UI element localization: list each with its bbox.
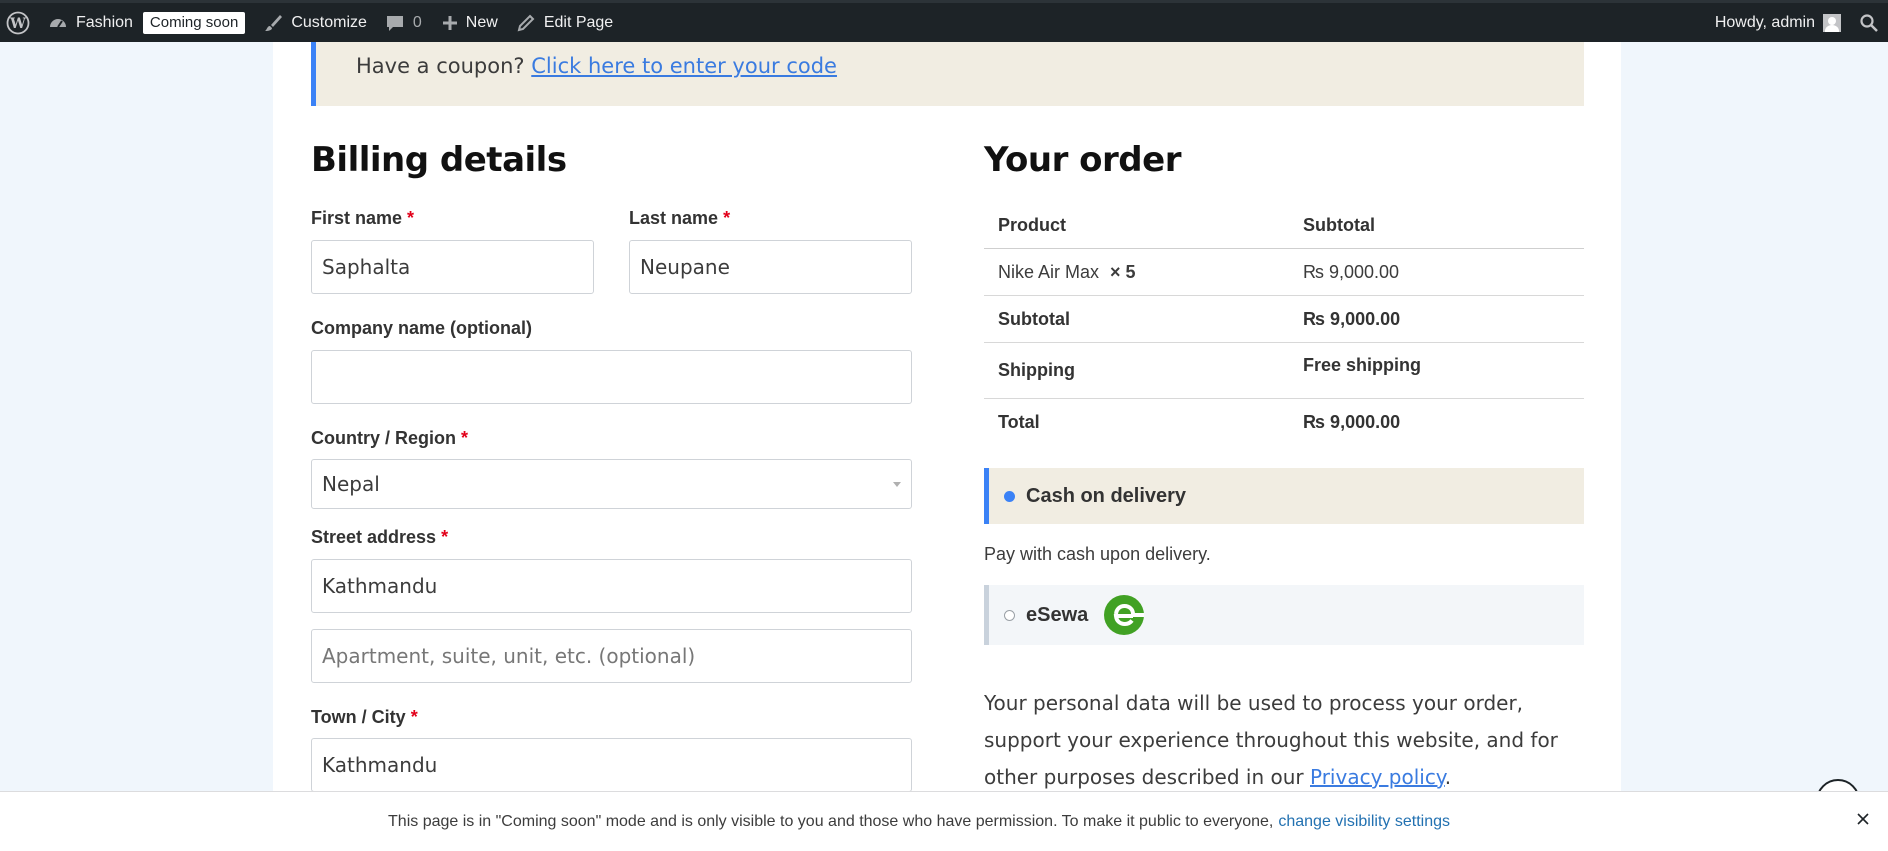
billing-heading: Billing details <box>311 140 567 180</box>
city-label-text: Town / City <box>311 707 406 727</box>
plus-icon <box>442 15 457 30</box>
comments-count: 0 <box>412 13 422 31</box>
last-name-field[interactable]: Neupane <box>629 240 912 294</box>
country-select[interactable]: Nepal <box>311 459 912 509</box>
edit-page-button[interactable]: Edit Page <box>507 2 622 44</box>
subtotal-label: Subtotal <box>998 308 1070 329</box>
search-button[interactable] <box>1850 2 1888 44</box>
country-value: Nepal <box>322 472 380 496</box>
dashboard-icon <box>50 18 66 28</box>
comments-button[interactable]: 0 <box>376 2 431 44</box>
item-total: ₨ 9,000.00 <box>1303 261 1400 282</box>
privacy-text: Your personal data will be used to proce… <box>984 691 1558 789</box>
howdy-text: Howdy, admin <box>1714 13 1815 31</box>
col-product: Product <box>998 214 1067 235</box>
city-label: Town / City * <box>311 707 418 728</box>
new-content-button[interactable]: New <box>431 2 507 44</box>
coupon-text: Have a coupon? <box>356 54 525 78</box>
site-name: Fashion <box>76 13 133 31</box>
paintbrush-icon <box>265 14 283 31</box>
subtotal-value: ₨ 9,000.00 <box>1303 308 1401 329</box>
close-icon[interactable] <box>1856 812 1870 831</box>
order-table: Product Subtotal Nike Air Max × 5 ₨ 9,00… <box>984 202 1584 446</box>
company-field[interactable] <box>311 350 912 404</box>
first-name-label-text: First name <box>311 208 403 228</box>
order-heading: Your order <box>984 140 1181 180</box>
subtotal-row: Subtotal ₨ 9,000.00 <box>984 296 1584 343</box>
shipping-label: Shipping <box>998 360 1075 380</box>
last-name-label: Last name * <box>629 208 730 229</box>
visibility-settings-link[interactable]: change visibility settings <box>1278 813 1450 831</box>
shipping-value: Free shipping <box>1303 355 1422 375</box>
required-mark: * <box>461 428 469 448</box>
esewa-title: eSewa <box>1026 603 1089 626</box>
coupon-notice: Have a coupon? Click here to enter your … <box>311 42 1584 106</box>
shipping-row: Shipping Free shipping <box>984 343 1584 399</box>
new-label: New <box>465 13 498 31</box>
site-name-menu[interactable]: Fashion Coming soon <box>39 2 254 44</box>
required-mark: * <box>723 208 731 228</box>
item-qty: × 5 <box>1110 261 1136 282</box>
total-value: ₨ 9,000.00 <box>1303 412 1401 432</box>
company-label: Company name (optional) <box>311 318 533 338</box>
coming-soon-badge: Coming soon <box>142 11 246 34</box>
first-name-field[interactable]: Saphalta <box>311 240 594 294</box>
coming-soon-notice: This page is in "Coming soon" mode and i… <box>0 791 1888 851</box>
edit-page-label: Edit Page <box>543 13 614 31</box>
cod-description: Pay with cash upon delivery. <box>984 544 1211 564</box>
comment-icon <box>386 15 403 31</box>
chevron-down-icon <box>893 482 901 487</box>
street-address-field[interactable]: Kathmandu <box>311 559 912 613</box>
notice-text: This page is in "Coming soon" mode and i… <box>388 812 1274 830</box>
esewa-radio[interactable] <box>1004 609 1015 621</box>
checkout-page: Have a coupon? Click here to enter your … <box>273 42 1621 851</box>
order-item: Nike Air Max × 5 <box>984 262 1303 283</box>
search-icon <box>1860 13 1878 32</box>
total-label: Total <box>998 412 1040 432</box>
required-mark: * <box>407 208 415 228</box>
customize-button[interactable]: Customize <box>254 2 376 44</box>
first-name-label: First name * <box>311 208 414 229</box>
svg-text:W: W <box>9 16 26 32</box>
privacy-notice: Your personal data will be used to proce… <box>984 685 1584 796</box>
street-label: Street address * <box>311 527 448 548</box>
order-table-header: Product Subtotal <box>984 202 1584 249</box>
coupon-link[interactable]: Click here to enter your code <box>531 54 837 78</box>
payment-option-esewa[interactable]: eSewa <box>984 585 1584 645</box>
apartment-field[interactable]: Apartment, suite, unit, etc. (optional) <box>311 629 912 683</box>
wordpress-logo-icon[interactable]: W <box>0 2 39 44</box>
avatar <box>1823 13 1841 32</box>
item-name: Nike Air Max <box>998 261 1100 282</box>
payment-option-cod[interactable]: Cash on delivery <box>984 468 1584 524</box>
privacy-period: . <box>1444 765 1452 789</box>
cod-title: Cash on delivery <box>1026 484 1187 507</box>
admin-bar: W Fashion Coming soon Customize 0 New Ed… <box>0 0 1888 42</box>
account-menu[interactable]: Howdy, admin <box>1706 2 1850 44</box>
col-subtotal: Subtotal <box>1303 214 1375 235</box>
pencil-icon <box>517 14 535 31</box>
esewa-logo-icon <box>1104 595 1145 635</box>
required-mark: * <box>441 527 449 547</box>
city-field[interactable]: Kathmandu <box>311 738 912 792</box>
street-label-text: Street address <box>311 527 437 547</box>
order-item-row: Nike Air Max × 5 ₨ 9,000.00 <box>984 249 1584 296</box>
last-name-label-text: Last name <box>629 208 719 228</box>
cod-radio[interactable] <box>1004 490 1015 502</box>
country-label: Country / Region * <box>311 428 468 449</box>
customize-label: Customize <box>291 13 367 31</box>
privacy-policy-link[interactable]: Privacy policy <box>1310 765 1445 789</box>
country-label-text: Country / Region <box>311 428 456 448</box>
required-mark: * <box>410 707 418 727</box>
total-row: Total ₨ 9,000.00 <box>984 399 1584 446</box>
